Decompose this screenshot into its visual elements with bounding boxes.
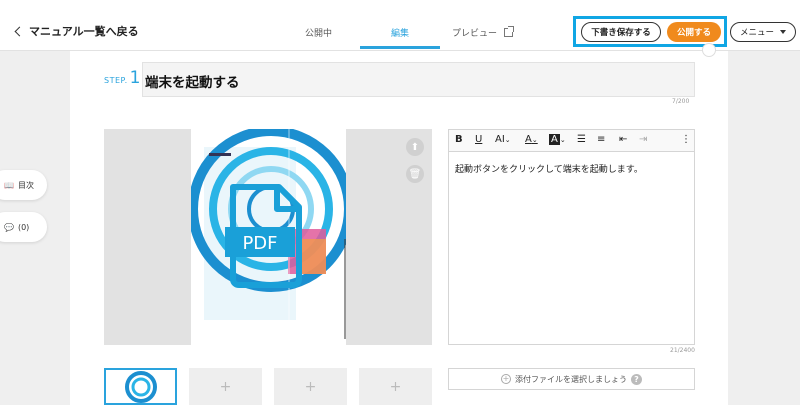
step-word: STEP. [104, 76, 128, 85]
bold-button[interactable]: B [455, 134, 463, 145]
add-media-slot[interactable]: + [274, 368, 347, 405]
menu-label: メニュー [739, 28, 774, 38]
pdf-label: PDF [242, 233, 277, 254]
step-options-handle[interactable] [702, 43, 716, 57]
rich-text-editor[interactable]: B U AI⌄ A⌄ A ⌄ ☰ ≡ ⇤ ⇥ ⋮ 起動ボタンをクリックして端末を起… [448, 129, 695, 345]
chevron-left-icon [14, 26, 25, 36]
thumbnail-selected[interactable] [104, 368, 177, 405]
toc-label: 目次 [17, 180, 34, 190]
font-size-label: AI [495, 134, 505, 145]
editor-toolbar: B U AI⌄ A⌄ A ⌄ ☰ ≡ ⇤ ⇥ ⋮ [449, 130, 694, 152]
add-media-slot[interactable]: + [189, 368, 262, 405]
plus-icon: + [501, 374, 511, 384]
step-number: 1 [129, 68, 141, 88]
font-color-button[interactable]: A⌄ [525, 134, 538, 145]
tab-published[interactable]: 公開中 [305, 26, 332, 39]
underline-button[interactable]: U [475, 134, 482, 145]
bullet-list-icon[interactable]: ☰ [577, 134, 586, 145]
comments-count: (0) [17, 222, 30, 232]
back-link[interactable]: マニュアル一覧へ戻る [14, 23, 139, 39]
help-icon[interactable]: ? [631, 373, 642, 385]
highlight-color-button[interactable]: A ⌄ [549, 134, 566, 145]
attach-label: 添付ファイルを選択しましょう [515, 374, 627, 384]
font-size-button[interactable]: AI⌄ [495, 134, 511, 145]
tab-preview-label: プレビュー [452, 29, 498, 39]
more-options-icon[interactable]: ⋮ [681, 134, 691, 145]
save-draft-button[interactable]: 下書き保存する [581, 22, 661, 42]
external-link-icon [504, 26, 515, 37]
font-color-label: A [525, 134, 532, 145]
add-media-slot[interactable]: + [359, 368, 432, 405]
outdent-icon[interactable]: ⇤ [619, 134, 627, 145]
document-preview[interactable]: PDF [191, 129, 346, 345]
comments-button[interactable]: 💬 (0) [0, 212, 47, 242]
chevron-down-icon [780, 30, 786, 34]
comment-icon: 💬 [4, 222, 14, 232]
upload-icon[interactable]: ⬆ [406, 138, 424, 156]
highlight-color-label: A [549, 134, 560, 145]
indent-icon[interactable]: ⇥ [639, 134, 647, 145]
back-label: マニュアル一覧へ戻る [29, 25, 139, 38]
document-cover-image: PDF [191, 129, 346, 345]
numbered-list-icon[interactable]: ≡ [597, 134, 605, 145]
thumbnail-image [125, 370, 157, 403]
publish-button[interactable]: 公開する [667, 22, 721, 42]
step-label: STEP. 1 [104, 68, 140, 88]
active-tab-indicator [360, 46, 440, 49]
tab-edit[interactable]: 編集 [391, 26, 409, 39]
editor-char-count: 21/2400 [670, 347, 695, 354]
tab-preview[interactable]: プレビュー [452, 26, 515, 39]
toc-button[interactable]: 📖 目次 [0, 170, 47, 200]
trash-icon[interactable]: 🗑 [406, 165, 424, 183]
editor-body-text: 起動ボタンをクリックして端末を起動します。 [455, 165, 643, 175]
top-bar: マニュアル一覧へ戻る 公開中 編集 プレビュー 下書き保存する 公開する メニュ… [0, 0, 800, 51]
book-icon: 📖 [4, 180, 14, 190]
step-title-text: 端末を起動する [145, 75, 240, 91]
menu-button[interactable]: メニュー [730, 22, 796, 42]
title-char-count: 7/200 [672, 98, 690, 105]
attach-file-button[interactable]: + 添付ファイルを選択しましょう ? [448, 368, 695, 390]
